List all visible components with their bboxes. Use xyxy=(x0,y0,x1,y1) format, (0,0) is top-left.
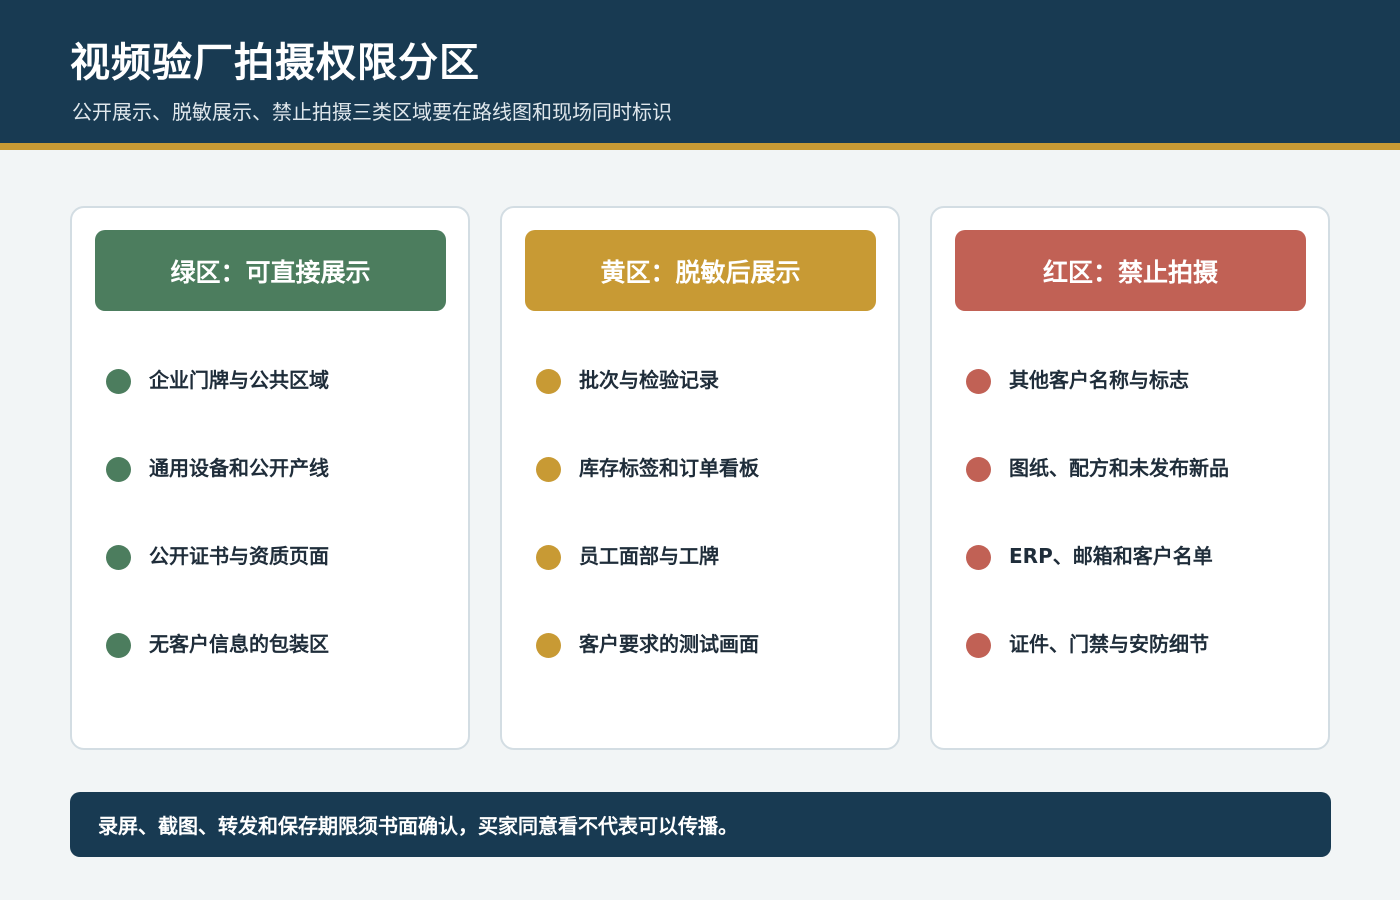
list-item-label: 库存标签和订单看板 xyxy=(579,455,759,480)
list-item: 其他客户名称与标志 xyxy=(966,363,1189,394)
list-item-label: 其他客户名称与标志 xyxy=(1009,367,1189,392)
zone-header-red: 红区：禁止拍摄 xyxy=(955,230,1306,311)
list-item: 证件、门禁与安防细节 xyxy=(966,627,1209,658)
zone-header-green: 绿区：可直接展示 xyxy=(95,230,446,311)
list-item: ERP、邮箱和客户名单 xyxy=(966,539,1213,570)
zone-header-yellow: 黄区：脱敏后展示 xyxy=(525,230,876,311)
list-item-label: 公开证书与资质页面 xyxy=(149,543,329,568)
bullet-dot-icon xyxy=(536,544,561,570)
list-item: 无客户信息的包装区 xyxy=(106,627,329,658)
list-item: 客户要求的测试画面 xyxy=(536,627,759,658)
bullet-dot-icon xyxy=(106,368,131,394)
footer-note-banner: 录屏、截图、转发和保存期限须书面确认，买家同意看不代表可以传播。 xyxy=(70,792,1331,857)
page-subtitle: 公开展示、脱敏展示、禁止拍摄三类区域要在路线图和现场同时标识 xyxy=(72,100,672,124)
list-item-label: 通用设备和公开产线 xyxy=(149,455,329,480)
zone-card-red: 红区：禁止拍摄 其他客户名称与标志 图纸、配方和未发布新品 ERP、邮箱和客户名… xyxy=(930,206,1330,750)
list-item-label: ERP、邮箱和客户名单 xyxy=(1009,543,1213,568)
list-item-label: 客户要求的测试画面 xyxy=(579,631,759,656)
list-item: 通用设备和公开产线 xyxy=(106,451,329,482)
list-item: 公开证书与资质页面 xyxy=(106,539,329,570)
bullet-dot-icon xyxy=(966,632,991,658)
page-title: 视频验厂拍摄权限分区 xyxy=(70,40,480,86)
bullet-dot-icon xyxy=(106,544,131,570)
list-item-label: 无客户信息的包装区 xyxy=(149,631,329,656)
list-item-label: 证件、门禁与安防细节 xyxy=(1009,631,1209,656)
list-item-label: 员工面部与工牌 xyxy=(579,543,719,568)
bullet-dot-icon xyxy=(536,456,561,482)
header: 视频验厂拍摄权限分区 公开展示、脱敏展示、禁止拍摄三类区域要在路线图和现场同时标… xyxy=(0,0,1400,143)
list-item-label: 批次与检验记录 xyxy=(579,367,719,392)
bullet-dot-icon xyxy=(966,368,991,394)
list-item-label: 企业门牌与公共区域 xyxy=(149,367,329,392)
bullet-dot-icon xyxy=(966,456,991,482)
bullet-dot-icon xyxy=(966,544,991,570)
bullet-dot-icon xyxy=(106,456,131,482)
bullet-dot-icon xyxy=(106,632,131,658)
list-item: 图纸、配方和未发布新品 xyxy=(966,451,1229,482)
bullet-dot-icon xyxy=(536,632,561,658)
list-item: 企业门牌与公共区域 xyxy=(106,363,329,394)
list-item: 库存标签和订单看板 xyxy=(536,451,759,482)
header-divider xyxy=(0,143,1400,150)
list-item-label: 图纸、配方和未发布新品 xyxy=(1009,455,1229,480)
bullet-dot-icon xyxy=(536,368,561,394)
zone-card-yellow: 黄区：脱敏后展示 批次与检验记录 库存标签和订单看板 员工面部与工牌 客户要求的… xyxy=(500,206,900,750)
zone-card-green: 绿区：可直接展示 企业门牌与公共区域 通用设备和公开产线 公开证书与资质页面 无… xyxy=(70,206,470,750)
list-item: 批次与检验记录 xyxy=(536,363,719,394)
footer-note: 录屏、截图、转发和保存期限须书面确认，买家同意看不代表可以传播。 xyxy=(98,814,738,838)
list-item: 员工面部与工牌 xyxy=(536,539,719,570)
